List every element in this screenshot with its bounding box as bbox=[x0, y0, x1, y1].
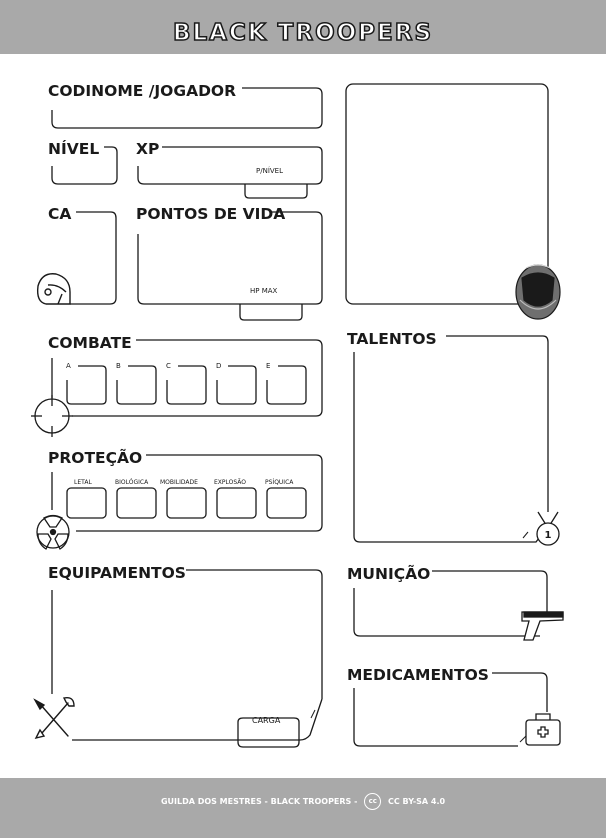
pontos-de-vida-label: PONTOS DE VIDA bbox=[136, 205, 286, 223]
protecao-label: PROTEÇÃO bbox=[48, 449, 143, 467]
footer-credit-row: GUILDA DOS MESTRES - BLACK TROOPERS - cc… bbox=[0, 793, 606, 810]
ca-box bbox=[70, 211, 117, 305]
combate-label: COMBATE bbox=[48, 334, 132, 352]
hp-max-label: HP MAX bbox=[250, 287, 278, 295]
tools-icon bbox=[33, 696, 75, 740]
nivel-label: NÍVEL bbox=[48, 140, 100, 158]
codinome-label: CODINOME /JOGADOR bbox=[48, 82, 237, 100]
pistol-icon bbox=[521, 611, 564, 641]
medicamentos-label: MEDICAMENTOS bbox=[347, 666, 489, 684]
protecao-slot-label: EXPLOSÃO bbox=[214, 479, 247, 486]
protecao-slot-label: LETAL bbox=[74, 479, 92, 486]
xp-per-level-label: P/NÍVEL bbox=[256, 167, 283, 175]
footer-license: CC BY-SA 4.0 bbox=[388, 797, 446, 806]
equipamentos-box bbox=[72, 569, 323, 741]
protecao-slot-label: PSÍQUICA bbox=[265, 479, 294, 486]
footer-credit: GUILDA DOS MESTRES - BLACK TROOPERS - bbox=[160, 797, 358, 806]
portrait-box bbox=[345, 83, 549, 305]
ca-label: CA bbox=[48, 205, 72, 223]
protecao-slot-label: BIOLÓGICA bbox=[115, 479, 149, 486]
sheet-frames: 1 bbox=[31, 83, 564, 748]
xp-per-level-tab bbox=[244, 184, 308, 199]
xp-box bbox=[137, 146, 323, 185]
radiation-icon bbox=[36, 514, 70, 550]
combate-slot-label: D bbox=[216, 362, 222, 370]
creative-commons-icon: cc bbox=[364, 793, 382, 810]
combate-slot-label: C bbox=[166, 362, 171, 370]
carga-label: CARGA bbox=[252, 716, 281, 725]
xp-label: XP bbox=[136, 140, 160, 158]
hp-box bbox=[137, 211, 323, 305]
equipamentos-label: EQUIPAMENTOS bbox=[48, 564, 186, 582]
talentos-box bbox=[353, 335, 549, 543]
talentos-label: TALENTOS bbox=[347, 330, 437, 348]
combate-slot-label: E bbox=[266, 362, 271, 370]
soldier-helmet-icon bbox=[515, 264, 561, 320]
combate-slot-label: B bbox=[116, 362, 121, 370]
medal-number: 1 bbox=[545, 530, 552, 541]
hp-max-tab bbox=[239, 304, 303, 321]
protecao-slot-label: MOBILIDADE bbox=[160, 479, 198, 486]
municao-label: MUNIÇÃO bbox=[347, 565, 431, 583]
medkit-icon bbox=[525, 713, 561, 746]
combate-slot-label: A bbox=[66, 362, 71, 370]
helmet-icon bbox=[36, 273, 71, 305]
